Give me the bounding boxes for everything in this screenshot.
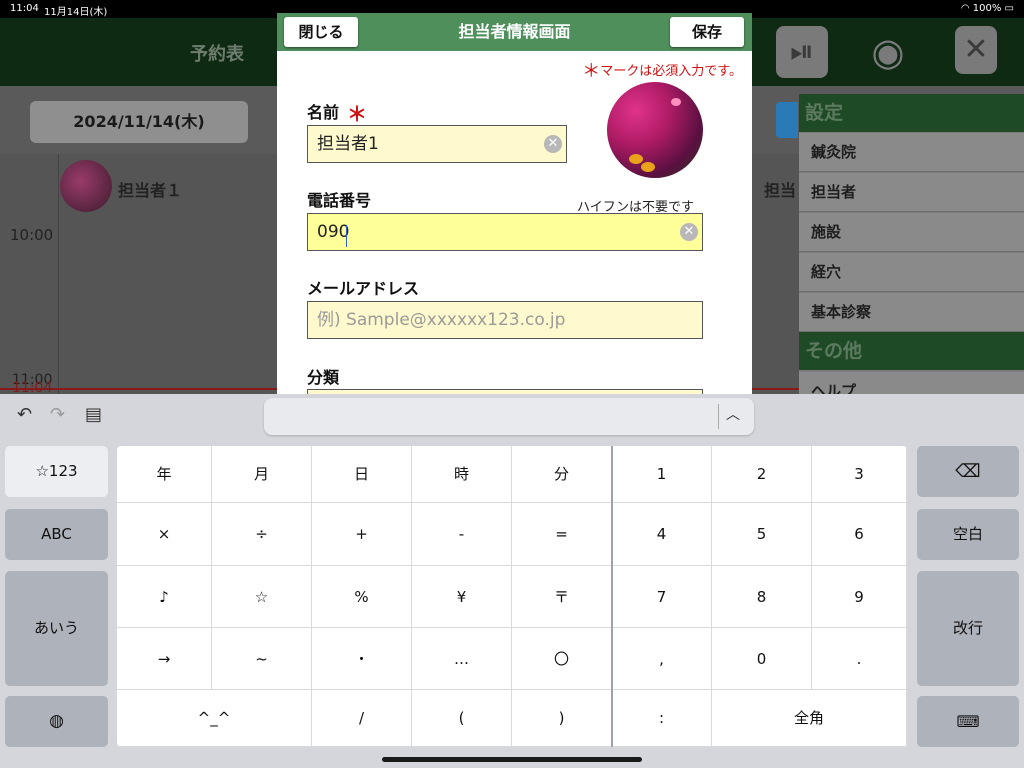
email-input[interactable]: 例) Sample@xxxxxx123.co.jp — [307, 301, 703, 339]
user-search-icon[interactable]: ◉ — [862, 26, 914, 78]
paste-icon[interactable]: ▤ — [85, 404, 102, 425]
staff-photo[interactable] — [607, 82, 703, 178]
key-r0-c7[interactable]: 3 — [812, 446, 907, 503]
grid-divider — [58, 154, 59, 394]
side-menu: 設定 鍼灸院 担当者 施設 経穴 基本診察 その他 ヘルプ — [799, 94, 1024, 411]
status-date: 11月14日(木) — [44, 7, 108, 18]
menu-item-clinic[interactable]: 鍼灸院 — [799, 133, 1024, 172]
key-r0-c2[interactable]: 日 — [312, 446, 412, 503]
key-r3-c7[interactable]: . — [812, 628, 907, 690]
key-r3-c2[interactable]: ・ — [312, 628, 412, 690]
key-r2-c3[interactable]: ¥ — [412, 566, 512, 628]
suggestion-divider — [718, 404, 719, 429]
key-r3-c6[interactable]: 0 — [712, 628, 812, 690]
key-r1-c5[interactable]: 4 — [612, 503, 712, 566]
menu-item-facility[interactable]: 施設 — [799, 213, 1024, 252]
kana-mode-key[interactable]: あいう — [5, 571, 108, 686]
key-r1-c1[interactable]: ÷ — [212, 503, 312, 566]
key-grid-divider — [611, 446, 613, 747]
play-pause-icon[interactable]: ⏯ — [776, 26, 828, 78]
key-r2-c6[interactable]: 8 — [712, 566, 812, 628]
key-bottom-1[interactable]: / — [312, 690, 412, 747]
key-r3-c5[interactable]: , — [612, 628, 712, 690]
keyboard-dismiss-icon[interactable]: ⌨ — [917, 696, 1019, 747]
key-r1-c0[interactable]: × — [117, 503, 212, 566]
close-icon[interactable]: ✕ — [955, 26, 997, 74]
key-bottom-5[interactable]: 全角 — [712, 690, 907, 747]
menu-item-acupoint[interactable]: 経穴 — [799, 253, 1024, 292]
phone-label: 電話番号 — [307, 191, 372, 210]
symbol-mode-key[interactable]: ☆123 — [5, 446, 108, 497]
menu-item-basic-exam[interactable]: 基本診察 — [799, 293, 1024, 332]
key-r1-c6[interactable]: 5 — [712, 503, 812, 566]
staff-column-header: 担当者１ — [118, 181, 183, 200]
save-button[interactable]: 保存 — [670, 17, 744, 47]
key-bottom-2[interactable]: ( — [412, 690, 512, 747]
key-r0-c1[interactable]: 月 — [212, 446, 312, 503]
home-indicator[interactable] — [382, 757, 642, 762]
clear-icon[interactable]: ✕ — [680, 223, 698, 241]
key-r1-c7[interactable]: 6 — [812, 503, 907, 566]
battery-icon: ▭ — [1004, 3, 1014, 14]
name-input[interactable]: 担当者1 ✕ — [307, 125, 567, 163]
key-r3-c1[interactable]: ~ — [212, 628, 312, 690]
staff-info-modal: 担当者情報画面 閉じる 保存 ＊マークは必須入力です。 名前＊ 担当者1 ✕ 電… — [277, 13, 752, 394]
phone-input[interactable]: 090 ✕ — [307, 213, 703, 251]
staff-avatar — [60, 160, 112, 212]
key-r2-c1[interactable]: ☆ — [212, 566, 312, 628]
menu-header-other: その他 — [799, 332, 1024, 370]
clear-icon[interactable]: ✕ — [544, 135, 562, 153]
space-key[interactable]: 空白 — [917, 509, 1019, 560]
key-grid: 年月日時分 1 2 3 × ÷ + - = 4 5 6 ♪ ☆% ¥ 〒 7 8 9 → ~ ・… 〇, 0. ^_^ /(): 全… — [117, 446, 907, 747]
key-r3-c4[interactable]: 〇 — [512, 628, 612, 690]
category-label: 分類 — [307, 368, 340, 387]
key-r2-c7[interactable]: 9 — [812, 566, 907, 628]
abc-mode-key[interactable]: ABC — [5, 509, 108, 560]
email-label: メールアドレス — [307, 279, 420, 298]
required-asterisk-icon: ＊ — [582, 61, 601, 82]
key-r2-c2[interactable]: % — [312, 566, 412, 628]
key-r0-c6[interactable]: 2 — [712, 446, 812, 503]
key-r0-c0[interactable]: 年 — [117, 446, 212, 503]
key-r3-c0[interactable]: → — [117, 628, 212, 690]
wifi-icon: ◠ — [960, 3, 973, 14]
name-label: 名前＊ — [307, 102, 368, 126]
text-caret — [346, 225, 347, 247]
globe-icon[interactable]: ◍ — [5, 696, 108, 747]
chevron-up-icon[interactable]: ︿ — [726, 404, 740, 424]
key-r2-c5[interactable]: 7 — [612, 566, 712, 628]
key-bottom-4[interactable]: : — [612, 690, 712, 747]
app-title: 予約表 — [190, 44, 244, 65]
backspace-icon[interactable]: ⌫ — [917, 446, 1019, 497]
key-bottom-3[interactable]: ) — [512, 690, 612, 747]
close-button[interactable]: 閉じる — [284, 17, 358, 47]
menu-header-settings: 設定 — [799, 94, 1024, 132]
undo-icon[interactable]: ↶ — [17, 404, 32, 425]
key-bottom-0[interactable]: ^_^ — [117, 690, 312, 747]
key-r3-c3[interactable]: … — [412, 628, 512, 690]
key-r0-c3[interactable]: 時 — [412, 446, 512, 503]
key-r1-c2[interactable]: + — [312, 503, 412, 566]
key-r1-c4[interactable]: = — [512, 503, 612, 566]
refresh-button[interactable] — [776, 102, 798, 138]
return-key[interactable]: 改行 — [917, 571, 1019, 686]
date-button[interactable]: 2024/11/14(木) — [30, 101, 248, 143]
key-r1-c3[interactable]: - — [412, 503, 512, 566]
key-r0-c5[interactable]: 1 — [612, 446, 712, 503]
required-note: ＊マークは必須入力です。 — [582, 61, 742, 82]
required-asterisk-icon: ＊ — [347, 102, 368, 126]
redo-icon[interactable]: ↷ — [50, 404, 65, 425]
menu-item-staff[interactable]: 担当者 — [799, 173, 1024, 212]
key-r0-c4[interactable]: 分 — [512, 446, 612, 503]
staff-column-header-2: 担当 — [764, 181, 797, 200]
battery-indicator: ◠ 100% ▭ — [960, 3, 1014, 14]
time-label-1000: 10:00 — [10, 226, 54, 244]
key-r2-c0[interactable]: ♪ — [117, 566, 212, 628]
key-r2-c4[interactable]: 〒 — [512, 566, 612, 628]
suggestion-bar[interactable] — [264, 398, 754, 435]
status-time: 11:04 — [10, 3, 39, 14]
